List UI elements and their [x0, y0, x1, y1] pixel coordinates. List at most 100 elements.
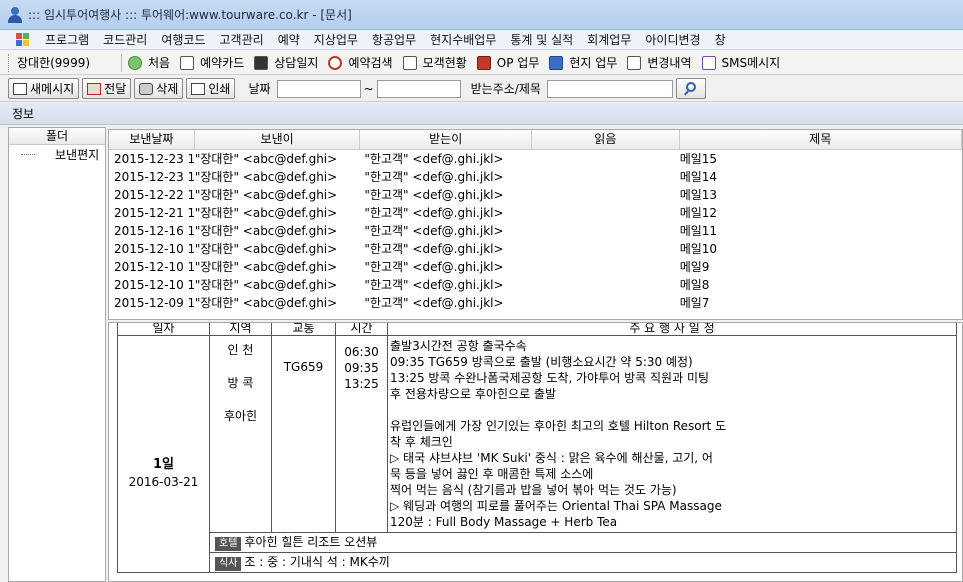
column-read[interactable]: 읽음: [532, 130, 680, 149]
table-row[interactable]: 2015-12-23 15:"장대한" <abc@def.ghi> "한고객" <…: [109, 150, 962, 168]
table-row[interactable]: 2015-12-10 16:"장대한" <abc@def.ghi> "한고객" <…: [109, 240, 962, 258]
menu-program[interactable]: 프로그램: [38, 31, 96, 48]
row-date: 2015-12-23 15:: [114, 170, 195, 184]
column-recipient[interactable]: 받는이: [360, 130, 532, 149]
row-subject: 메일14: [679, 170, 718, 184]
meal-tag: 식사: [215, 557, 242, 571]
column-sender[interactable]: 보낸이: [195, 130, 361, 149]
row-read: [532, 168, 680, 186]
menu-air-work[interactable]: 항공업무: [365, 31, 423, 48]
table-row[interactable]: 2015-12-22 16:"장대한" <abc@def.ghi> "한고객" <…: [109, 186, 962, 204]
menu-travel-code[interactable]: 여행코드: [154, 31, 212, 48]
row-sender: "장대한" <abc@def.ghi>: [194, 188, 338, 202]
forward-button[interactable]: 전달: [82, 78, 132, 99]
reservation-card-label: 예약카드: [200, 56, 245, 70]
row-recipient: "한고객" <def@.ghi.jkl>: [364, 224, 504, 238]
change-history-button[interactable]: 변경내역: [627, 54, 692, 71]
app-user-icon: [8, 6, 22, 23]
folder-item-sent[interactable]: 보낸편지: [9, 145, 105, 163]
row-date: 2015-12-22 16:: [114, 188, 195, 202]
recipient-subject-input[interactable]: [546, 79, 673, 98]
meal-cell: 식사 조 : 중 : 기내식 석 : MK수끼: [209, 552, 957, 573]
hotel-tag: 호텔: [215, 537, 242, 551]
sms-message-label: SMS메시지: [721, 56, 781, 70]
menu-ground-work[interactable]: 지상업무: [307, 31, 365, 48]
time-item: 06:30: [344, 345, 379, 359]
schedule-line: ▷ 태국 샤브샤브 'MK Suki' 중식 : 맑은 육수에 해산물, 고기,…: [390, 451, 713, 465]
row-recipient: "한고객" <def@.ghi.jkl>: [364, 170, 504, 184]
row-sender: "장대한" <abc@def.ghi>: [194, 152, 338, 166]
day-date: 2016-03-21: [128, 475, 199, 489]
date-to-input[interactable]: [376, 79, 461, 98]
new-message-button[interactable]: 새메시지: [8, 78, 80, 99]
row-sender: "장대한" <abc@def.ghi>: [194, 278, 338, 292]
column-subject[interactable]: 제목: [680, 130, 962, 149]
row-date: 2015-12-10 13:: [114, 278, 195, 292]
search-button[interactable]: [675, 78, 706, 99]
table-row[interactable]: 2015-12-09 16:"장대한" <abc@def.ghi> "한고객" <…: [109, 294, 962, 312]
table-row[interactable]: 2015-12-21 11:"장대한" <abc@def.ghi> "한고객" <…: [109, 204, 962, 222]
schedule-line: 착 후 체크인: [390, 435, 453, 449]
consult-log-button[interactable]: 상담일지: [254, 54, 318, 71]
menu-code-manage[interactable]: 코드관리: [96, 31, 154, 48]
row-recipient: "한고객" <def@.ghi.jkl>: [364, 206, 504, 220]
schedule-line: 출발3시간전 공항 출국수속: [390, 339, 527, 353]
local-work-button[interactable]: 현지 업무: [549, 54, 617, 71]
recruit-status-button[interactable]: 모객현황: [402, 54, 467, 71]
schedule-line: 유럽인들에게 가장 인기있는 후아힌 최고의 호텔 Hilton Resort …: [390, 419, 727, 433]
row-read: [532, 222, 680, 240]
meal-info: 조 : 중 : 기내식 석 : MK수끼: [244, 555, 390, 569]
op-work-button[interactable]: OP 업무: [476, 54, 539, 71]
menu-change-id[interactable]: 아이디변경: [638, 31, 707, 48]
location-item: 방 콕: [227, 376, 254, 390]
book-icon: [476, 55, 491, 70]
row-date: 2015-12-10 13:: [114, 260, 195, 274]
location-item: 후아힌: [223, 409, 258, 423]
row-sender: "장대한" <abc@def.ghi>: [194, 296, 338, 310]
home-button[interactable]: 처음: [128, 54, 170, 71]
print-icon: [191, 82, 206, 95]
reservation-search-button[interactable]: 예약검색: [328, 54, 393, 71]
reservation-card-button[interactable]: 예약카드: [180, 54, 244, 71]
row-read: [532, 240, 680, 258]
header-date: 일자: [117, 323, 210, 336]
hotel-cell: 호텔 후아힌 힐튼 리조트 오션뷰: [209, 532, 957, 553]
column-sent-date[interactable]: 보낸날짜: [109, 130, 195, 149]
date-from-input[interactable]: [276, 79, 361, 98]
trash-icon: [139, 82, 154, 95]
home-label: 처음: [148, 56, 171, 70]
local-work-label: 현지 업무: [569, 56, 618, 70]
mail-list: 보낸날짜 보낸이 받는이 읽음 제목 2015-12-23 15:"장대한" <…: [108, 129, 963, 320]
menu-accounting[interactable]: 회계업무: [580, 31, 638, 48]
sms-icon: [701, 55, 716, 70]
reservation-search-label: 예약검색: [348, 56, 393, 70]
table-row[interactable]: 2015-12-10 13:"장대한" <abc@def.ghi> "한고객" <…: [109, 258, 962, 276]
folder-header[interactable]: 폴더: [9, 128, 105, 145]
print-button[interactable]: 인쇄: [186, 78, 236, 99]
clipboard-icon: [402, 55, 417, 70]
schedule-line: 묵 등을 넣어 끓인 후 매콤한 특제 소스에: [390, 467, 594, 481]
menu-local-arrangement[interactable]: 현지수배업무: [423, 31, 503, 48]
new-message-label: 새메시지: [30, 82, 75, 96]
mdi-window-icon[interactable]: [16, 32, 32, 47]
menu-stats[interactable]: 통계 및 실적: [503, 31, 580, 48]
row-date: 2015-12-23 15:: [114, 152, 195, 166]
delete-button[interactable]: 삭제: [134, 78, 184, 99]
folder-pane: 폴더 보낸편지: [8, 127, 106, 582]
document-preview[interactable]: 일자 지역 교통 시간 주 요 행 사 일 정 1일 2016-03-21 인 …: [108, 322, 963, 582]
meal-row: 식사 조 : 중 : 기내식 석 : MK수끼: [118, 552, 957, 573]
current-user: 장대한(9999): [17, 56, 91, 70]
menu-customer[interactable]: 고객관리: [213, 31, 271, 48]
schedule-line: 09:35 TG659 방콕으로 출발 (비행소요시간 약 5:30 예정): [390, 355, 693, 369]
toolbar-grip[interactable]: [8, 53, 11, 72]
sms-message-button[interactable]: SMS메시지: [701, 54, 781, 71]
menu-reservation[interactable]: 예약: [271, 31, 307, 48]
row-sender: "장대한" <abc@def.ghi>: [194, 260, 338, 274]
consult-log-label: 상담일지: [274, 56, 319, 70]
table-row[interactable]: 2015-12-16 18:"장대한" <abc@def.ghi> "한고객" <…: [109, 222, 962, 240]
menu-window[interactable]: 창: [708, 31, 733, 48]
table-row[interactable]: 2015-12-23 15:"장대한" <abc@def.ghi> "한고객" <…: [109, 168, 962, 186]
row-subject: 메일7: [679, 296, 710, 310]
table-row[interactable]: 2015-12-10 13:"장대한" <abc@def.ghi> "한고객" <…: [109, 276, 962, 294]
row-subject: 메일12: [679, 206, 718, 220]
